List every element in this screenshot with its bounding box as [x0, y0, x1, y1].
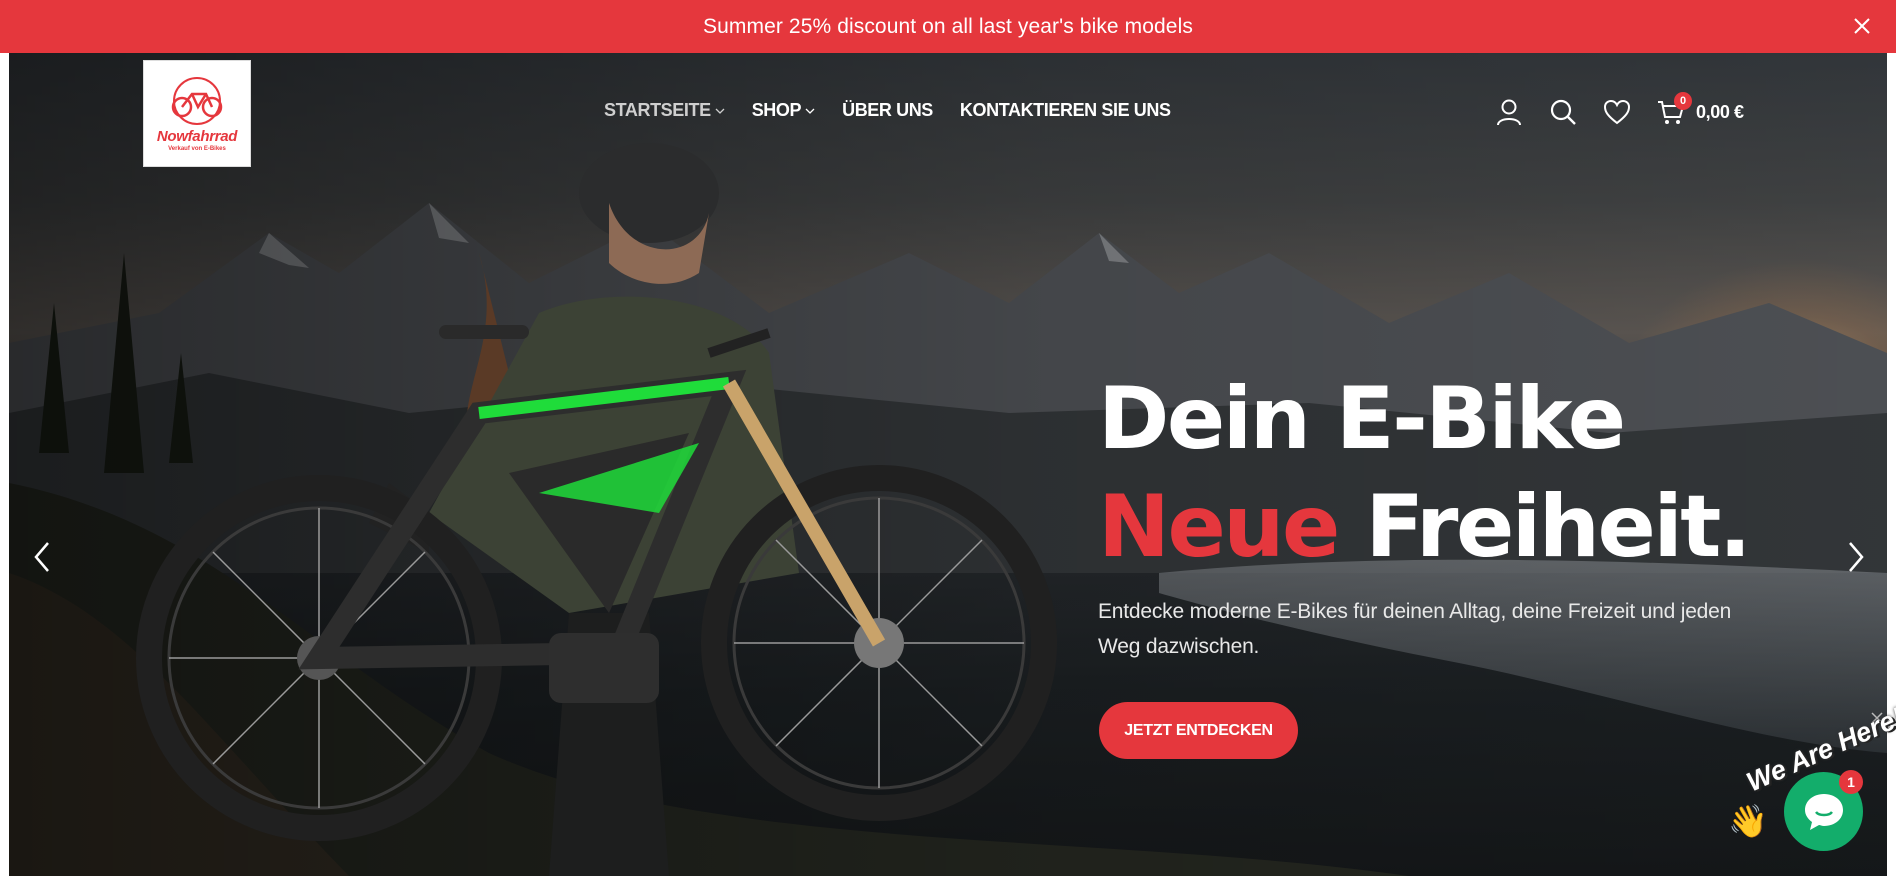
header-actions: 0 0,00 €	[1494, 92, 1744, 127]
nav-item-kontakt[interactable]: KONTAKTIEREN SIE UNS	[960, 100, 1171, 121]
nav-item-label: KONTAKTIEREN SIE UNS	[959, 100, 1171, 120]
nav-item-shop[interactable]: SHOP	[752, 100, 815, 121]
nav-item-ueber-uns[interactable]: ÜBER UNS	[842, 100, 933, 121]
site-logo[interactable]: Nowfahrrad Verkauf von E-Bikes	[143, 60, 251, 167]
chevron-down-icon	[715, 108, 725, 114]
chat-bubble-icon	[1804, 793, 1843, 830]
cta-button[interactable]: JETZT ENTDECKEN	[1099, 702, 1298, 759]
nav-item-label: ÜBER UNS	[842, 100, 933, 120]
hero-subtext: Entdecke moderne E-Bikes für deinen Allt…	[1098, 600, 1732, 658]
slider-next-arrow[interactable]	[1842, 540, 1868, 574]
headline-accent: Neue	[1098, 477, 1340, 577]
heart-icon[interactable]	[1602, 97, 1632, 127]
logo-name: Nowfahrrad	[156, 127, 238, 145]
headline-rest: Freiheit.	[1365, 477, 1751, 577]
announcement-text: Summer 25% discount on all last year's b…	[703, 14, 1193, 38]
cart-count-badge: 0	[1674, 92, 1692, 110]
search-icon[interactable]	[1548, 97, 1578, 127]
waving-hand-icon: 👋	[1728, 803, 1768, 839]
user-icon[interactable]	[1494, 97, 1524, 127]
logo-tagline: Verkauf von E-Bikes	[168, 145, 226, 152]
main-navigation: STARTSEITE SHOP ÜBER UNS KONTAKTIEREN SI…	[604, 100, 1198, 121]
nav-item-label: STARTSEITE	[604, 100, 711, 120]
chat-unread-badge: 1	[1839, 770, 1863, 794]
close-icon[interactable]	[1850, 14, 1874, 38]
headline-line-1: Dein E-Bike	[1098, 369, 1626, 469]
slider-prev-arrow[interactable]	[30, 540, 56, 574]
nav-item-startseite[interactable]: STARTSEITE	[604, 100, 725, 121]
announcement-bar: Summer 25% discount on all last year's b…	[0, 0, 1896, 53]
cart-total: 0,00 €	[1696, 101, 1744, 122]
chevron-down-icon	[805, 108, 815, 114]
cart-button[interactable]: 0 0,00 €	[1656, 92, 1744, 127]
bike-logo-icon	[171, 76, 223, 125]
nav-item-label: SHOP	[751, 100, 802, 120]
hero-headline: Dein E-Bike Neue Freiheit.	[1098, 365, 1752, 581]
